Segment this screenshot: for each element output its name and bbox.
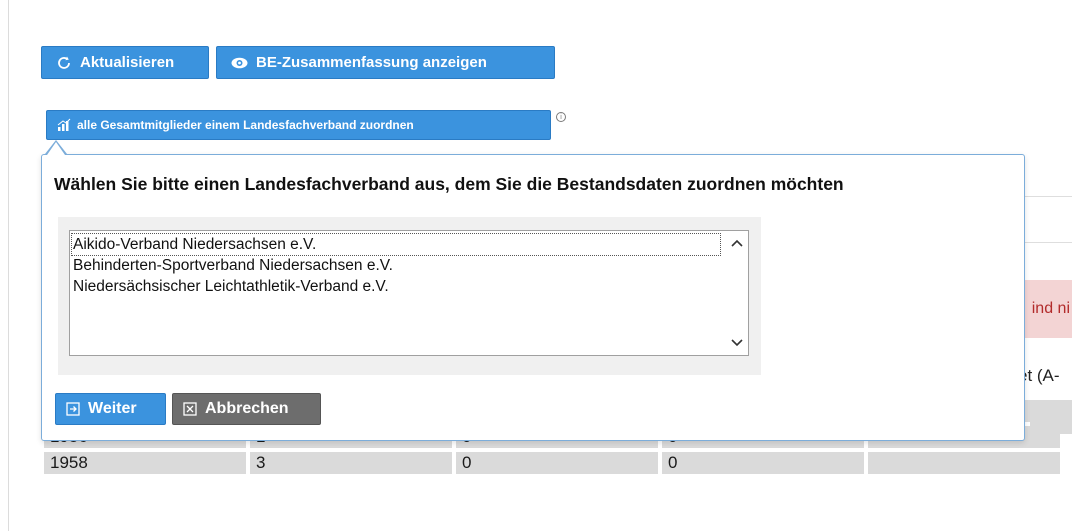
scroll-down-icon[interactable] bbox=[730, 336, 744, 350]
federation-option[interactable]: Behinderten-Sportverband Niedersachsen e… bbox=[72, 255, 393, 276]
background-divider bbox=[1025, 242, 1072, 243]
refresh-button[interactable]: Aktualisieren bbox=[41, 46, 209, 79]
assign-all-members-label: alle Gesamtmitglieder einem Landesfachve… bbox=[77, 118, 414, 132]
be-summary-button[interactable]: BE-Zusammenfassung anzeigen bbox=[216, 46, 555, 79]
be-summary-button-label: BE-Zusammenfassung anzeigen bbox=[256, 54, 487, 71]
alert-text: ind ni bbox=[1031, 300, 1070, 317]
federation-option[interactable]: Aikido-Verband Niedersachsen e.V. bbox=[71, 233, 721, 256]
close-box-icon bbox=[183, 402, 197, 416]
info-icon[interactable]: i bbox=[556, 112, 566, 122]
table-cell: 1958 bbox=[44, 452, 246, 474]
chart-icon bbox=[57, 118, 71, 132]
popover-arrow-inner bbox=[47, 142, 65, 155]
weiter-button[interactable]: Weiter bbox=[55, 393, 166, 425]
table-cell bbox=[868, 452, 1060, 474]
table-row: 1958 3 0 0 bbox=[44, 452, 1060, 474]
scroll-up-icon[interactable] bbox=[730, 236, 744, 250]
refresh-icon bbox=[56, 55, 72, 71]
table-cell: 0 bbox=[456, 452, 658, 474]
left-border bbox=[8, 0, 9, 531]
federation-listbox[interactable]: Aikido-Verband Niedersachsen e.V. Behind… bbox=[69, 230, 749, 356]
federation-option[interactable]: Niedersächsischer Leichtathletik-Verband… bbox=[72, 276, 389, 297]
table-cell: 3 bbox=[250, 452, 452, 474]
assign-all-members-button[interactable]: alle Gesamtmitglieder einem Landesfachve… bbox=[46, 110, 551, 140]
arrow-right-box-icon bbox=[66, 402, 80, 416]
abbrechen-button[interactable]: Abbrechen bbox=[172, 393, 321, 425]
abbrechen-button-label: Abbrechen bbox=[205, 400, 289, 417]
federation-list-panel: Aikido-Verband Niedersachsen e.V. Behind… bbox=[58, 217, 761, 375]
refresh-button-label: Aktualisieren bbox=[80, 54, 175, 71]
background-divider bbox=[1025, 196, 1072, 197]
assign-federation-popover: Wählen Sie bitte einen Landesfachverband… bbox=[41, 154, 1025, 441]
table-cell: 0 bbox=[662, 452, 864, 474]
popover-title: Wählen Sie bitte einen Landesfachverband… bbox=[54, 174, 844, 194]
eye-icon bbox=[231, 57, 248, 69]
weiter-button-label: Weiter bbox=[88, 400, 137, 417]
